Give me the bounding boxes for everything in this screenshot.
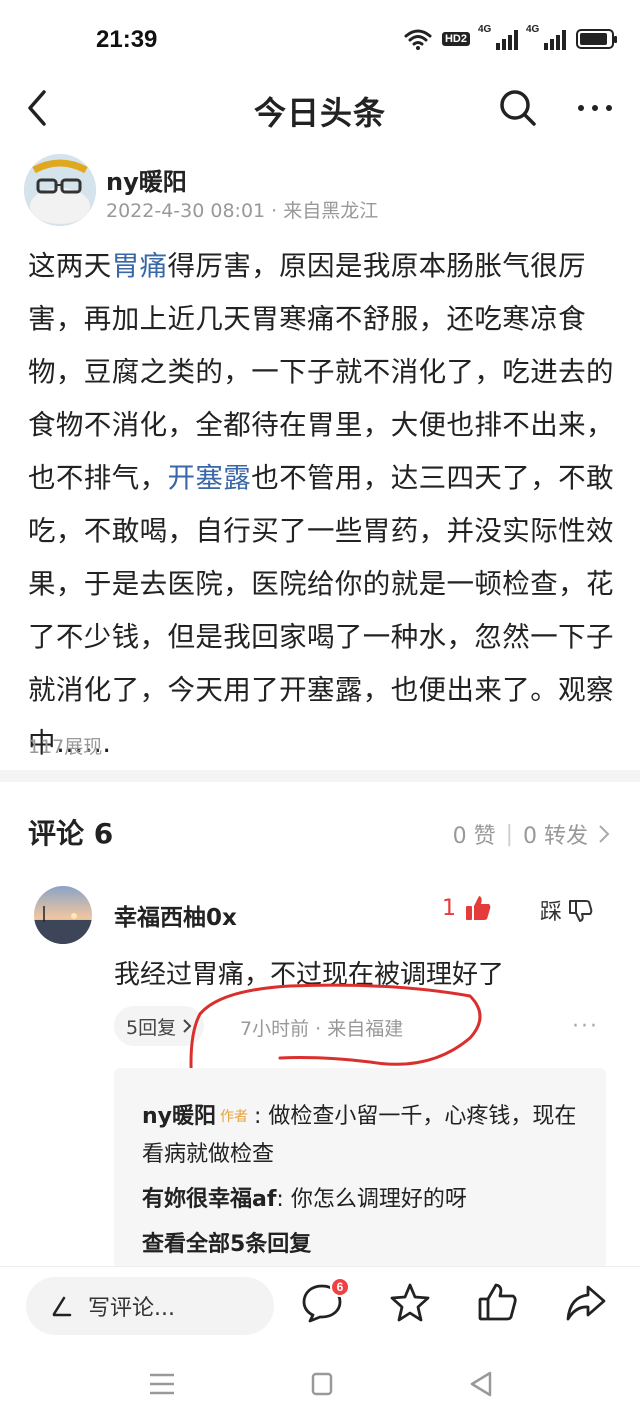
- author-name[interactable]: ny暖阳: [106, 162, 187, 197]
- post-stats[interactable]: 0 赞 | 0 转发: [453, 818, 610, 850]
- page-title: 今日头条: [253, 94, 386, 132]
- topic-link[interactable]: 开塞露: [168, 462, 252, 494]
- thumbs-down-icon: [569, 900, 593, 922]
- author-header: ny暖阳 2022-4-30 08:01 · 来自黑龙江: [0, 150, 640, 230]
- signal-label: 4G: [478, 24, 492, 35]
- stats-separator: |: [505, 821, 513, 847]
- reply-author[interactable]: 有妳很幸福af: [142, 1187, 276, 1212]
- share-count: 0 转发: [523, 824, 588, 849]
- reply-author[interactable]: ny暖阳: [142, 1104, 216, 1129]
- thumbs-up-icon[interactable]: [476, 1281, 520, 1325]
- post-body: 这两天胃痛得厉害，原因是我原本肠胀气很厉害，再加上近几天胃寒痛不舒服，还吃寒凉食…: [28, 240, 614, 770]
- avatar-image: [24, 154, 96, 226]
- avatar[interactable]: [34, 886, 92, 944]
- reply-count-button[interactable]: 5回复: [114, 1006, 205, 1046]
- comments-title: 评论 6: [28, 817, 114, 850]
- post-text: 这两天: [28, 250, 112, 282]
- avatar[interactable]: [24, 154, 96, 226]
- section-divider: [0, 770, 640, 782]
- comment-like-count: 1: [442, 895, 456, 921]
- signal-icon: 4G: [478, 24, 518, 50]
- chevron-right-icon: [183, 1019, 192, 1033]
- reply-count-label: 5回复: [126, 1016, 177, 1039]
- comment-count-badge: 6: [330, 1277, 350, 1297]
- more-horizontal-icon[interactable]: [570, 86, 620, 130]
- status-bar: 21:39 HD2 4G 4G: [0, 0, 640, 80]
- search-icon[interactable]: [496, 86, 540, 130]
- signal-label: 4G: [526, 24, 540, 35]
- like-count: 0 赞: [452, 824, 496, 849]
- battery-fill: [580, 33, 607, 45]
- write-comment-placeholder: 写评论...: [88, 1296, 175, 1321]
- comment-dislike-button[interactable]: 踩: [540, 894, 594, 926]
- bottom-action-bar: 写评论... 6: [0, 1266, 640, 1346]
- thumbs-up-filled-icon: [466, 896, 491, 920]
- comment-like-button[interactable]: 1: [442, 894, 492, 922]
- reply-item: 有妳很幸福af: 你怎么调理好的呀: [142, 1181, 584, 1218]
- comment-meta: 7小时前 · 来自福建: [240, 1018, 404, 1040]
- wifi-icon: [404, 29, 432, 50]
- hd-badge: HD2: [441, 32, 470, 46]
- topic-link[interactable]: 胃痛: [112, 250, 168, 282]
- star-icon[interactable]: [388, 1281, 432, 1325]
- reply-text: : 你怎么调理好的呀: [276, 1187, 467, 1212]
- post-text: 得厉害，原因是我原本肠胀气很厉害，再加上近几天胃寒痛不舒服，还吃寒凉食物，豆腐之…: [28, 250, 614, 494]
- comments-header: 评论 6 0 赞 | 0 转发: [0, 812, 640, 856]
- comment-text: 我经过胃痛，不过现在被调理好了: [114, 960, 505, 990]
- commenter-name[interactable]: 幸福西柚0x: [114, 898, 237, 932]
- back-icon[interactable]: [462, 1366, 502, 1402]
- status-time: 21:39: [96, 26, 158, 53]
- post-text: 也不管用，达三四天了，不敢吃，不敢喝，自行买了一些胃药，并没实际性效果，于是去医…: [28, 462, 614, 759]
- nav-bar: 今日头条: [0, 80, 640, 140]
- author-badge: 作者: [220, 1109, 249, 1125]
- signal-icon: 4G: [526, 24, 566, 50]
- post-meta: 2022-4-30 08:01 · 来自黑龙江: [106, 200, 379, 222]
- reply-item: ny暖阳 作者: 做检查小留一千，心疼钱，现在看病就做检查: [142, 1098, 584, 1173]
- share-icon[interactable]: [564, 1281, 608, 1325]
- status-icons: HD2 4G 4G: [404, 24, 617, 50]
- chevron-right-icon: [599, 825, 610, 843]
- home-icon[interactable]: [302, 1366, 342, 1402]
- reply-preview-box[interactable]: ny暖阳 作者: 做检查小留一千，心疼钱，现在看病就做检查 有妳很幸福af: 你怎…: [114, 1068, 606, 1268]
- system-nav-bar: [0, 1346, 640, 1422]
- pen-icon: [52, 1296, 72, 1317]
- view-all-replies-link[interactable]: 查看全部5条回复: [142, 1226, 584, 1263]
- battery-icon: [576, 29, 617, 49]
- write-comment-input[interactable]: 写评论...: [26, 1277, 274, 1335]
- menu-icon[interactable]: [142, 1366, 182, 1402]
- dislike-label: 踩: [540, 900, 563, 925]
- view-count: 117展现: [28, 736, 103, 758]
- avatar-image: [34, 886, 92, 944]
- more-horizontal-icon[interactable]: ···: [572, 1014, 599, 1039]
